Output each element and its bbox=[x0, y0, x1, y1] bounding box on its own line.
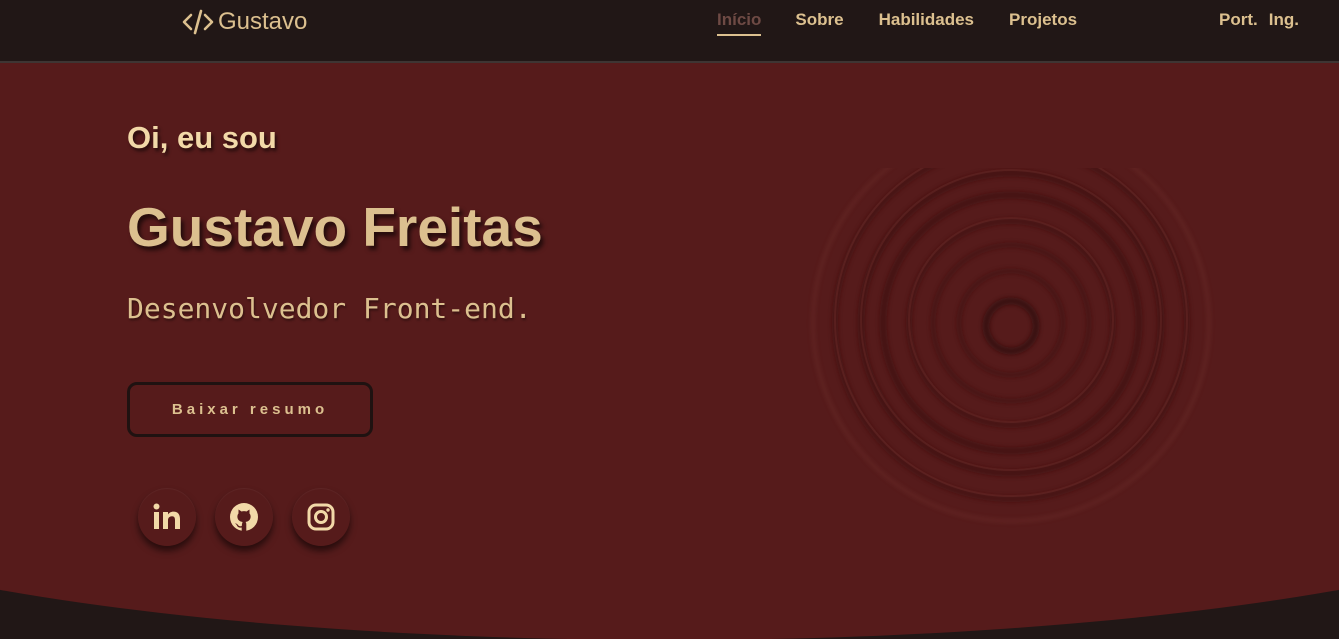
main-nav: Início Sobre Habilidades Projetos bbox=[717, 10, 1077, 36]
brand-logo[interactable]: Gustavo bbox=[181, 8, 307, 36]
language-portuguese[interactable]: Port. bbox=[1219, 10, 1258, 30]
nav-item-inicio[interactable]: Início bbox=[717, 10, 762, 36]
navbar: Gustavo Início Sobre Habilidades Projeto… bbox=[0, 0, 1339, 63]
brand-name: Gustavo bbox=[218, 8, 308, 35]
download-resume-button[interactable]: Baixar resumo bbox=[127, 382, 373, 437]
code-icon bbox=[181, 9, 215, 35]
hero-role: Desenvolvedor Front-end. bbox=[127, 292, 532, 325]
hero-name: Gustavo Freitas bbox=[127, 196, 543, 258]
nav-item-projetos[interactable]: Projetos bbox=[1009, 10, 1077, 36]
social-links bbox=[138, 488, 350, 546]
github-icon bbox=[229, 502, 259, 532]
instagram-link[interactable] bbox=[292, 488, 350, 546]
greeting-text: Oi, eu sou bbox=[127, 120, 277, 155]
linkedin-icon bbox=[152, 502, 182, 532]
nav-item-sobre[interactable]: Sobre bbox=[795, 10, 843, 36]
nav-item-habilidades[interactable]: Habilidades bbox=[879, 10, 974, 36]
page: Gustavo Início Sobre Habilidades Projeto… bbox=[0, 0, 1339, 639]
github-link[interactable] bbox=[215, 488, 273, 546]
instagram-icon bbox=[306, 502, 336, 532]
language-switcher: Port. Ing. bbox=[1219, 10, 1299, 30]
language-english[interactable]: Ing. bbox=[1269, 10, 1299, 30]
ripple-decoration bbox=[806, 123, 1216, 528]
linkedin-link[interactable] bbox=[138, 488, 196, 546]
